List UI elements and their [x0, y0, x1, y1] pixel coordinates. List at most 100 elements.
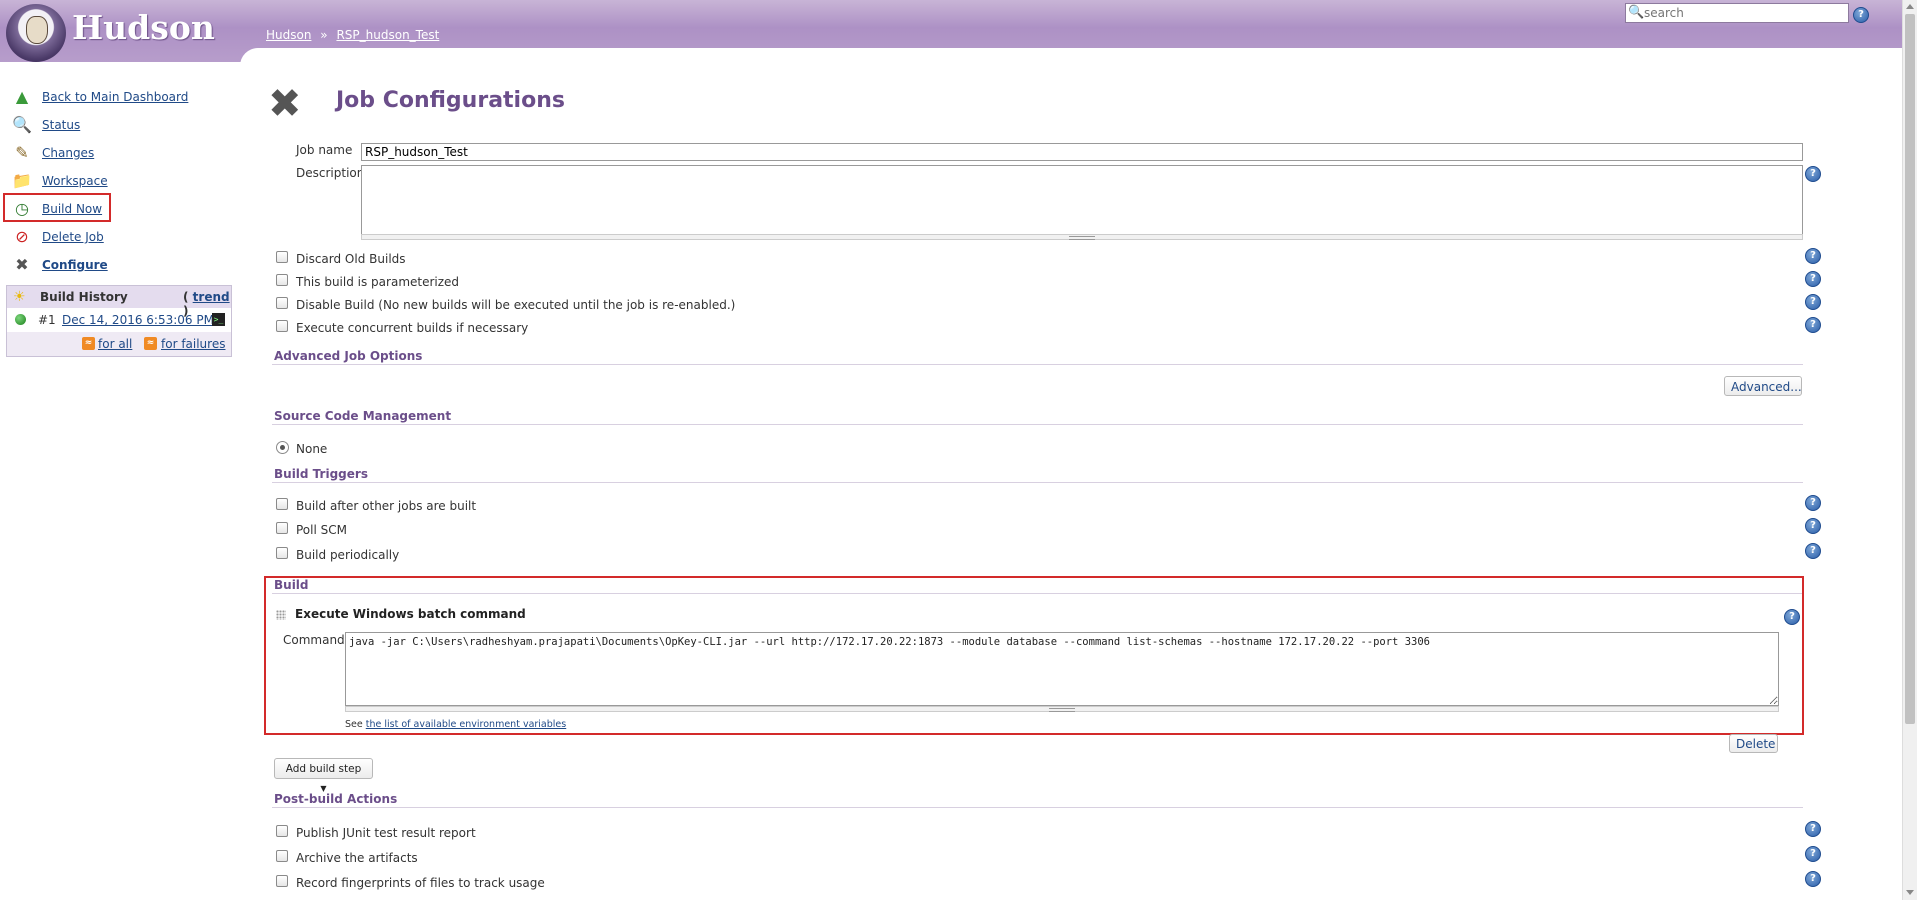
delete-build-step-button[interactable]: Delete: [1729, 734, 1778, 753]
sidebar-item-label[interactable]: Delete Job: [42, 226, 104, 248]
sidebar-item-label[interactable]: Status: [42, 114, 80, 136]
magnifier-icon: 🔍: [12, 115, 32, 134]
description-resize-handle[interactable]: [361, 234, 1803, 240]
publish-junit-help-icon[interactable]: ?: [1805, 821, 1821, 837]
scm-none-label: None: [296, 442, 328, 456]
publish-junit-label: Publish JUnit test result report: [296, 826, 476, 840]
build-after-other-jobs-checkbox[interactable]: [276, 498, 288, 510]
vertical-scrollbar[interactable]: [1902, 0, 1917, 900]
job-name-field[interactable]: [361, 143, 1803, 161]
build-periodically-label: Build periodically: [296, 548, 400, 562]
sidebar-item-label[interactable]: Workspace: [42, 170, 108, 192]
build-row: #1 Dec 14, 2016 6:53:06 PM >_: [7, 309, 231, 331]
weather-sun-icon: ☀: [13, 289, 26, 305]
disable-build-label: Disable Build (No new builds will be exe…: [296, 298, 736, 312]
trend-link[interactable]: trend: [193, 290, 230, 304]
hudson-logo-icon[interactable]: [6, 4, 66, 62]
build-periodically-checkbox[interactable]: [276, 547, 288, 559]
sidebar-item-label[interactable]: Changes: [42, 142, 94, 164]
discard-old-builds-label: Discard Old Builds: [296, 252, 406, 266]
no-entry-icon: ⊘: [15, 227, 29, 246]
rss-feed-icon[interactable]: ≈: [144, 337, 157, 350]
trend-open-paren: (: [183, 290, 189, 304]
scroll-up-arrow-icon[interactable]: [1906, 4, 1914, 9]
description-label: Description: [296, 166, 365, 180]
wrench-screwdriver-icon: ✖: [15, 255, 29, 274]
disable-build-checkbox[interactable]: [276, 297, 288, 309]
build-step-help-icon[interactable]: ?: [1784, 609, 1800, 625]
build-history-title: Build History: [40, 290, 128, 304]
build-feeds: ≈ for all ≈ for failures: [7, 332, 231, 356]
build-periodically-help-icon[interactable]: ?: [1805, 543, 1821, 559]
build-status-ball-icon: [15, 314, 26, 325]
rss-feed-icon[interactable]: ≈: [82, 337, 95, 350]
configure-tools-icon: ✖: [268, 81, 302, 127]
sidebar-item-label[interactable]: Back to Main Dashboard: [42, 86, 188, 108]
parameterized-checkbox[interactable]: [276, 274, 288, 286]
console-output-icon[interactable]: >_: [212, 313, 225, 326]
search-box[interactable]: 🔍: [1625, 3, 1849, 23]
breadcrumb: Hudson » RSP_hudson_Test: [266, 28, 439, 42]
add-build-step-label: Add build step: [285, 763, 362, 775]
sidebar-item-label[interactable]: Configure: [42, 254, 108, 276]
build-number: #1: [38, 313, 56, 327]
scm-none-radio[interactable]: [276, 441, 289, 454]
search-help-icon[interactable]: ?: [1853, 7, 1869, 23]
env-variables-link[interactable]: the list of available environment variab…: [366, 719, 566, 730]
discard-old-builds-help-icon[interactable]: ?: [1805, 248, 1821, 264]
search-icon: 🔍: [1628, 5, 1645, 20]
description-help-icon[interactable]: ?: [1805, 166, 1821, 182]
build-after-other-jobs-help-icon[interactable]: ?: [1805, 495, 1821, 511]
build-history-header: ☀ Build History ( trend ): [7, 286, 231, 318]
breadcrumb-hudson[interactable]: Hudson: [266, 28, 311, 42]
build-date-link[interactable]: Dec 14, 2016 6:53:06 PM: [62, 313, 214, 327]
page-title: Job Configurations: [336, 88, 565, 113]
poll-scm-help-icon[interactable]: ?: [1805, 518, 1821, 534]
section-advanced-job-options: Advanced Job Options: [272, 349, 1803, 365]
feed-all-link[interactable]: for all: [98, 337, 132, 351]
command-label: Command: [283, 633, 345, 647]
build-history-panel: ☀ Build History ( trend ) #1 Dec 14, 201…: [6, 285, 232, 357]
side-panel: [0, 62, 240, 900]
poll-scm-label: Poll SCM: [296, 523, 347, 537]
archive-artifacts-label: Archive the artifacts: [296, 851, 418, 865]
publish-junit-checkbox[interactable]: [276, 825, 288, 837]
breadcrumb-job[interactable]: RSP_hudson_Test: [336, 28, 439, 42]
scroll-down-arrow-icon[interactable]: [1906, 890, 1914, 895]
notepad-icon: ✎: [15, 143, 29, 162]
concurrent-builds-help-icon[interactable]: ?: [1805, 317, 1821, 333]
build-step-title: Execute Windows batch command: [295, 607, 526, 621]
advanced-button[interactable]: Advanced...: [1724, 376, 1802, 396]
arrow-up-icon: ▲: [15, 87, 29, 106]
sidebar-item-label[interactable]: Build Now: [42, 198, 102, 220]
drag-handle-icon[interactable]: [276, 610, 286, 620]
parameterized-help-icon[interactable]: ?: [1805, 271, 1821, 287]
scrollbar-thumb[interactable]: [1905, 14, 1915, 724]
build-after-other-jobs-label: Build after other jobs are built: [296, 499, 477, 513]
concurrent-builds-label: Execute concurrent builds if necessary: [296, 321, 529, 335]
folder-icon: 📁: [12, 171, 32, 190]
command-field[interactable]: java -jar C:\Users\radheshyam.prajapati\…: [345, 632, 1779, 706]
search-input[interactable]: [1644, 5, 1844, 21]
disable-build-help-icon[interactable]: ?: [1805, 294, 1821, 310]
job-name-label: Job name: [296, 143, 353, 157]
discard-old-builds-checkbox[interactable]: [276, 251, 288, 263]
clock-build-icon: ◷: [15, 199, 29, 218]
env-variables-note: See the list of available environment va…: [345, 719, 566, 730]
record-fingerprints-help-icon[interactable]: ?: [1805, 871, 1821, 887]
description-field[interactable]: [361, 165, 1803, 235]
section-post-build-actions: Post-build Actions: [272, 792, 1803, 808]
breadcrumb-separator: »: [320, 28, 328, 42]
archive-artifacts-checkbox[interactable]: [276, 850, 288, 862]
archive-artifacts-help-icon[interactable]: ?: [1805, 846, 1821, 862]
command-resize-handle[interactable]: [345, 706, 1779, 712]
concurrent-builds-checkbox[interactable]: [276, 320, 288, 332]
record-fingerprints-label: Record fingerprints of files to track us…: [296, 876, 545, 890]
section-source-code-management: Source Code Management: [272, 409, 1803, 425]
add-build-step-button[interactable]: Add build step ▼: [274, 758, 373, 793]
poll-scm-checkbox[interactable]: [276, 522, 288, 534]
env-note-prefix: See: [345, 719, 363, 730]
record-fingerprints-checkbox[interactable]: [276, 875, 288, 887]
logo-text[interactable]: Hudson: [72, 8, 215, 47]
feed-failures-link[interactable]: for failures: [161, 337, 225, 351]
